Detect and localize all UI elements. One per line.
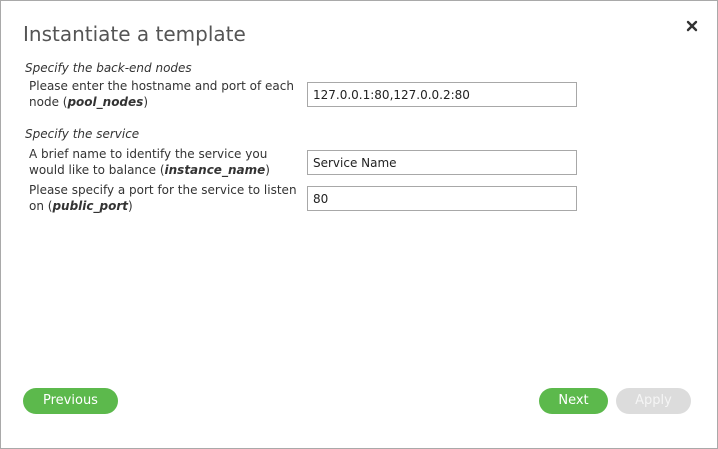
pool-nodes-input[interactable]	[307, 82, 577, 107]
next-button[interactable]: Next	[539, 388, 608, 414]
instantiate-template-dialog: Instantiate a template Specify the back-…	[0, 0, 718, 449]
section-title-service: Specify the service	[25, 127, 140, 141]
param-name-public-port: public_port	[52, 199, 129, 213]
section-title-backend-nodes: Specify the back-end nodes	[25, 61, 192, 75]
close-icon[interactable]	[683, 17, 701, 35]
instance-name-input[interactable]	[307, 150, 577, 175]
field-label-instance-name: A brief name to identify the service you…	[29, 147, 270, 177]
param-name-pool-nodes: pool_nodes	[67, 95, 144, 109]
param-name-instance-name: instance_name	[164, 163, 266, 177]
field-label-public-port: Please specify a port for the service to…	[29, 183, 297, 213]
previous-button[interactable]: Previous	[23, 388, 118, 414]
field-label-pool-nodes: Please enter the hostname and port of ea…	[29, 79, 294, 109]
apply-button[interactable]: Apply	[616, 388, 691, 414]
dialog-title: Instantiate a template	[23, 22, 246, 46]
public-port-input[interactable]	[307, 186, 577, 211]
